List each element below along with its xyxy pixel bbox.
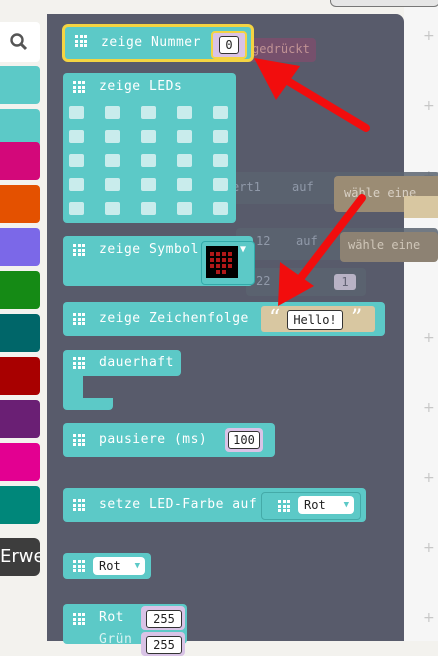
annotation-arrows bbox=[254, 58, 370, 306]
arrow-icon bbox=[278, 194, 366, 306]
arrow-icon bbox=[254, 58, 370, 132]
